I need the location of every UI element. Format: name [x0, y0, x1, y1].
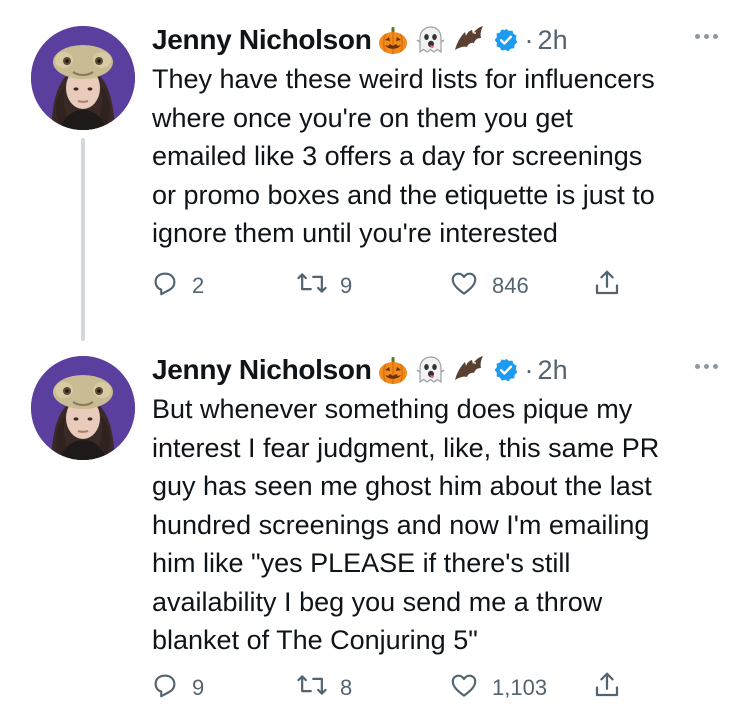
reply-count: 9: [192, 675, 205, 700]
retweet-count: 8: [340, 675, 353, 700]
retweet-icon: [296, 268, 328, 304]
bat-icon: [451, 354, 485, 386]
author-name[interactable]: Jenny Nicholson: [152, 354, 372, 386]
verified-badge-icon: [493, 357, 519, 383]
share-icon: [592, 268, 622, 304]
more-options-icon[interactable]: [695, 34, 718, 39]
ghost-icon: [414, 24, 446, 56]
like-button[interactable]: 846: [448, 268, 529, 304]
like-count: 846: [492, 273, 529, 298]
like-button[interactable]: 1,103: [448, 670, 547, 706]
retweet-button[interactable]: 9: [296, 268, 352, 304]
ghost-icon: [414, 354, 446, 386]
thread-connector-line: [81, 138, 85, 341]
heart-icon: [448, 268, 480, 304]
reply-icon: [150, 268, 180, 304]
jack-o-lantern-icon: [377, 24, 409, 56]
reply-count: 2: [192, 273, 205, 298]
like-count: 1,103: [492, 675, 548, 700]
retweet-count: 9: [340, 273, 353, 298]
timestamp[interactable]: 2h: [538, 25, 568, 56]
avatar[interactable]: [31, 356, 135, 460]
retweet-button[interactable]: 8: [296, 670, 352, 706]
jack-o-lantern-icon: [377, 354, 409, 386]
separator-dot: ·: [524, 24, 534, 55]
tweet-text: They have these weird lists for influenc…: [152, 64, 655, 248]
retweet-icon: [296, 670, 328, 706]
reply-icon: [150, 670, 180, 706]
more-options-icon[interactable]: [695, 364, 718, 369]
tweet-thread: Jenny Nicholson · 2h They have these wei…: [0, 0, 750, 728]
share-button[interactable]: [592, 268, 622, 304]
author-name[interactable]: Jenny Nicholson: [152, 24, 372, 56]
tweet-text: But whenever something does pique my int…: [152, 394, 660, 655]
share-button[interactable]: [592, 670, 622, 706]
timestamp[interactable]: 2h: [538, 355, 568, 386]
verified-badge-icon: [493, 27, 519, 53]
reply-button[interactable]: 9: [150, 670, 204, 706]
tweet-actions: 2 9 846: [150, 268, 630, 302]
tweet-header: Jenny Nicholson · 2h: [152, 20, 568, 60]
separator-dot: ·: [524, 354, 534, 385]
tweet-actions: 9 8 1,103: [150, 670, 630, 704]
avatar[interactable]: [31, 26, 135, 130]
share-icon: [592, 670, 622, 706]
reply-button[interactable]: 2: [150, 268, 204, 304]
tweet-header: Jenny Nicholson · 2h: [152, 350, 568, 390]
bat-icon: [451, 24, 485, 56]
heart-icon: [448, 670, 480, 706]
